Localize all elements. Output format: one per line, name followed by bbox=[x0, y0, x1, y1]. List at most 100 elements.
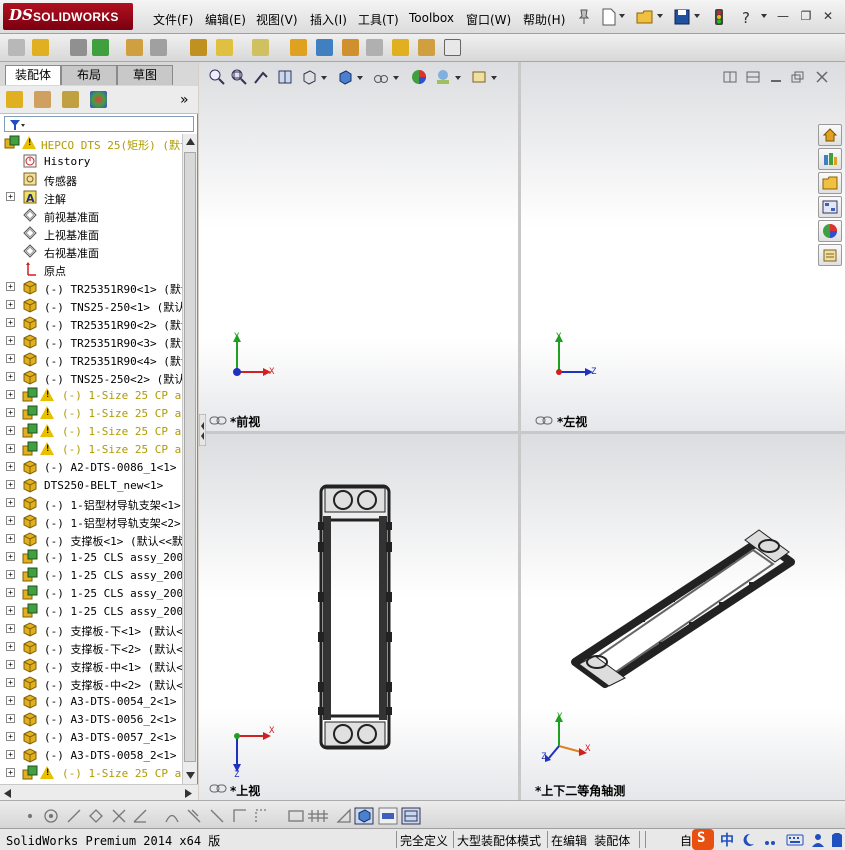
menu-view[interactable]: 视图(V) bbox=[256, 11, 298, 28]
tree-item[interactable]: + (-) 1-25 CLS assy_2000- bbox=[0, 584, 182, 602]
file-explorer-tab[interactable] bbox=[818, 172, 842, 194]
design-library-tab[interactable] bbox=[818, 148, 842, 170]
expand-icon[interactable]: + bbox=[6, 390, 15, 399]
scroll-right-icon[interactable] bbox=[185, 789, 192, 798]
move-component-icon[interactable] bbox=[150, 39, 167, 56]
tree-item[interactable]: 右视基准面 bbox=[0, 242, 182, 260]
expand-icon[interactable]: + bbox=[6, 444, 15, 453]
settings-shirt-icon[interactable] bbox=[830, 832, 844, 848]
expand-icon[interactable]: + bbox=[6, 714, 15, 723]
insert-component-icon[interactable] bbox=[8, 39, 25, 56]
tree-item[interactable]: 传感器 bbox=[0, 170, 182, 188]
tree-item[interactable]: + (-) TNS25-250<1> (默认< bbox=[0, 296, 182, 314]
viewport-left[interactable]: Y Z *左视 bbox=[521, 62, 845, 431]
tree-filter-input[interactable] bbox=[4, 116, 194, 132]
tree-item[interactable]: + (-) 1-Size 25 CP ass bbox=[0, 386, 182, 404]
expand-icon[interactable]: + bbox=[6, 606, 15, 615]
new-part-icon[interactable] bbox=[32, 39, 49, 56]
apply-scene-icon[interactable] bbox=[435, 69, 451, 85]
expand-icon[interactable]: + bbox=[6, 192, 15, 201]
tab-sketch[interactable]: 草图 bbox=[117, 65, 173, 85]
interference-detection-icon[interactable] bbox=[392, 39, 409, 56]
expand-icon[interactable]: + bbox=[6, 480, 15, 489]
tree-item[interactable]: + (-) 支撑板<1> (默认<<默 bbox=[0, 530, 182, 548]
expand-icon[interactable]: + bbox=[6, 696, 15, 705]
chevron-down-icon[interactable] bbox=[656, 12, 664, 20]
traffic-light-icon[interactable] bbox=[710, 8, 728, 26]
chevron-down-icon[interactable] bbox=[392, 74, 400, 82]
exploded-view-icon[interactable] bbox=[342, 39, 359, 56]
tree-item[interactable]: + (-) 1-25 CLS assy_2000- bbox=[0, 548, 182, 566]
tree-item[interactable]: + (-) 支撑板-下<1> (默认< bbox=[0, 620, 182, 638]
menu-insert[interactable]: 插入(I) bbox=[310, 11, 347, 28]
menu-tools[interactable]: 工具(T) bbox=[358, 11, 399, 28]
tree-item[interactable]: + (-) TR25351R90<1> (默认 bbox=[0, 278, 182, 296]
menu-toolbox[interactable]: Toolbox bbox=[409, 11, 454, 25]
viewport-top[interactable]: X Z *上视 bbox=[199, 434, 518, 800]
solidworks-logo[interactable]: DS SOLIDWORKS bbox=[3, 3, 133, 30]
menu-help[interactable]: 帮助(H) bbox=[523, 11, 565, 28]
tree-item[interactable]: + (-) 1-Size 25 CP ass bbox=[0, 422, 182, 440]
expand-icon[interactable]: + bbox=[6, 354, 15, 363]
tree-item[interactable]: + (-) A3-DTS-0054_2<1> ( bbox=[0, 692, 182, 710]
tree-item[interactable]: + (-) TR25351R90<4> (默认 bbox=[0, 350, 182, 368]
expand-icon[interactable]: + bbox=[6, 624, 15, 633]
tree-vertical-scrollbar[interactable] bbox=[182, 134, 197, 784]
tree-item[interactable]: + (-) 1-Size 25 CP ass bbox=[0, 404, 182, 422]
tree-item[interactable]: + (-) TR25351R90<3> (默认 bbox=[0, 332, 182, 350]
expand-icon[interactable]: + bbox=[6, 336, 15, 345]
tree-horizontal-scrollbar[interactable] bbox=[0, 784, 198, 800]
viewport-front[interactable]: Y X *前视 bbox=[199, 62, 518, 431]
tree-item[interactable]: 原点 bbox=[0, 260, 182, 278]
instant3d-icon[interactable] bbox=[444, 39, 461, 56]
zoom-to-fit-icon[interactable] bbox=[209, 69, 225, 85]
view-orientation-icon[interactable] bbox=[301, 69, 317, 85]
tree-item[interactable]: + (-) A2-DTS-0086_1<1> ( bbox=[0, 458, 182, 476]
pin-icon[interactable] bbox=[575, 8, 593, 26]
viewport-isometric[interactable]: Y X Z *上下二等角轴测 bbox=[521, 434, 845, 800]
expand-icon[interactable]: + bbox=[6, 588, 15, 597]
hide-show-items-icon[interactable] bbox=[373, 69, 389, 85]
split-vertical-icon[interactable] bbox=[746, 71, 760, 83]
chevron-down-icon[interactable] bbox=[356, 74, 364, 82]
expand-icon[interactable]: + bbox=[6, 462, 15, 471]
chevron-down-icon[interactable] bbox=[693, 12, 701, 20]
expand-icon[interactable]: + bbox=[6, 408, 15, 417]
tree-item[interactable]: + (-) 1-25 CLS assy_2000- bbox=[0, 602, 182, 620]
chevron-down-icon[interactable] bbox=[320, 74, 328, 82]
view-palette-tab[interactable] bbox=[818, 196, 842, 218]
scrollbar-thumb[interactable] bbox=[184, 152, 196, 762]
assembly-features-icon[interactable] bbox=[216, 39, 233, 56]
appearances-tab[interactable] bbox=[818, 220, 842, 242]
tree-item[interactable]: + (-) 支撑板-中<2> (默认< bbox=[0, 674, 182, 692]
moon-icon[interactable] bbox=[740, 832, 756, 848]
tab-layout[interactable]: 布局 bbox=[61, 65, 117, 85]
custom-units-status[interactable]: 自 bbox=[680, 832, 692, 849]
tree-item[interactable]: 前视基准面 bbox=[0, 206, 182, 224]
tree-item[interactable]: 上视基准面 bbox=[0, 224, 182, 242]
help-icon[interactable]: ? bbox=[738, 8, 756, 26]
smart-fasteners-icon[interactable] bbox=[126, 39, 143, 56]
keyboard-icon[interactable] bbox=[786, 832, 804, 848]
tree-root-assembly[interactable]: HEPCO DTS 25(矩形) (默认 bbox=[0, 134, 182, 152]
show-hidden-icon[interactable] bbox=[190, 39, 207, 56]
tree-item[interactable]: + (-) TR25351R90<2> (默认 bbox=[0, 314, 182, 332]
reference-geometry-icon[interactable] bbox=[252, 39, 269, 56]
view-settings-icon[interactable] bbox=[471, 69, 487, 85]
tree-item[interactable]: + (-) 1-铝型材导轨支架<2> bbox=[0, 512, 182, 530]
punctuation-icon[interactable] bbox=[762, 832, 778, 848]
user-icon[interactable] bbox=[810, 832, 826, 848]
configuration-manager-icon[interactable] bbox=[62, 91, 79, 108]
tree-item[interactable]: + A 注解 bbox=[0, 188, 182, 206]
chevron-down-icon[interactable] bbox=[618, 12, 626, 20]
tree-item[interactable]: + (-) TNS25-250<2> (默认< bbox=[0, 368, 182, 386]
bill-of-materials-icon[interactable] bbox=[316, 39, 333, 56]
chevron-down-icon[interactable] bbox=[490, 74, 498, 82]
tree-item[interactable]: History bbox=[0, 152, 182, 170]
tree-item[interactable]: + (-) A3-DTS-0056_2<1> ( bbox=[0, 710, 182, 728]
custom-properties-tab[interactable] bbox=[818, 244, 842, 266]
expand-icon[interactable]: + bbox=[6, 534, 15, 543]
chevron-down-icon[interactable] bbox=[760, 12, 768, 20]
expand-icon[interactable]: + bbox=[6, 300, 15, 309]
expand-icon[interactable]: + bbox=[6, 282, 15, 291]
